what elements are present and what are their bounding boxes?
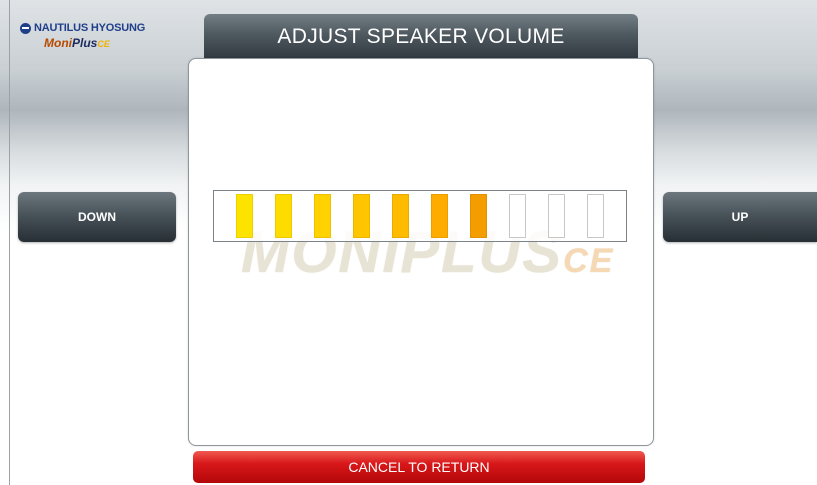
logo-product-ce: CE	[97, 39, 110, 49]
logo-product-moni: Moni	[44, 36, 72, 50]
globe-icon	[20, 22, 31, 34]
page-title: ADJUST SPEAKER VOLUME	[204, 14, 638, 60]
volume-bar-filled	[470, 194, 487, 238]
volume-bar-filled	[314, 194, 331, 238]
cancel-button[interactable]: CANCEL TO RETURN	[193, 451, 645, 483]
volume-bar-empty	[587, 194, 604, 238]
volume-level-indicator	[213, 190, 627, 242]
logo-brand-line: NAUTILUS HYOSUNG	[20, 22, 180, 34]
volume-bar-filled	[275, 194, 292, 238]
logo-brand-text: NAUTILUS HYOSUNG	[34, 22, 146, 34]
volume-bar-filled	[431, 194, 448, 238]
volume-down-button[interactable]: DOWN	[18, 192, 176, 242]
volume-bar-filled	[392, 194, 409, 238]
left-border-line	[9, 0, 10, 485]
volume-panel: MONIPLUSCE	[188, 58, 654, 446]
logo-product-plus: Plus	[72, 36, 98, 50]
volume-up-button[interactable]: UP	[663, 192, 817, 242]
volume-bar-empty	[548, 194, 565, 238]
volume-bar-filled	[353, 194, 370, 238]
logo-product-name: MoniPlusCE	[44, 36, 180, 50]
volume-bar-empty	[509, 194, 526, 238]
brand-logo: NAUTILUS HYOSUNG MoniPlusCE	[20, 22, 180, 50]
watermark-ce: CE	[563, 242, 615, 280]
volume-bar-filled	[236, 194, 253, 238]
